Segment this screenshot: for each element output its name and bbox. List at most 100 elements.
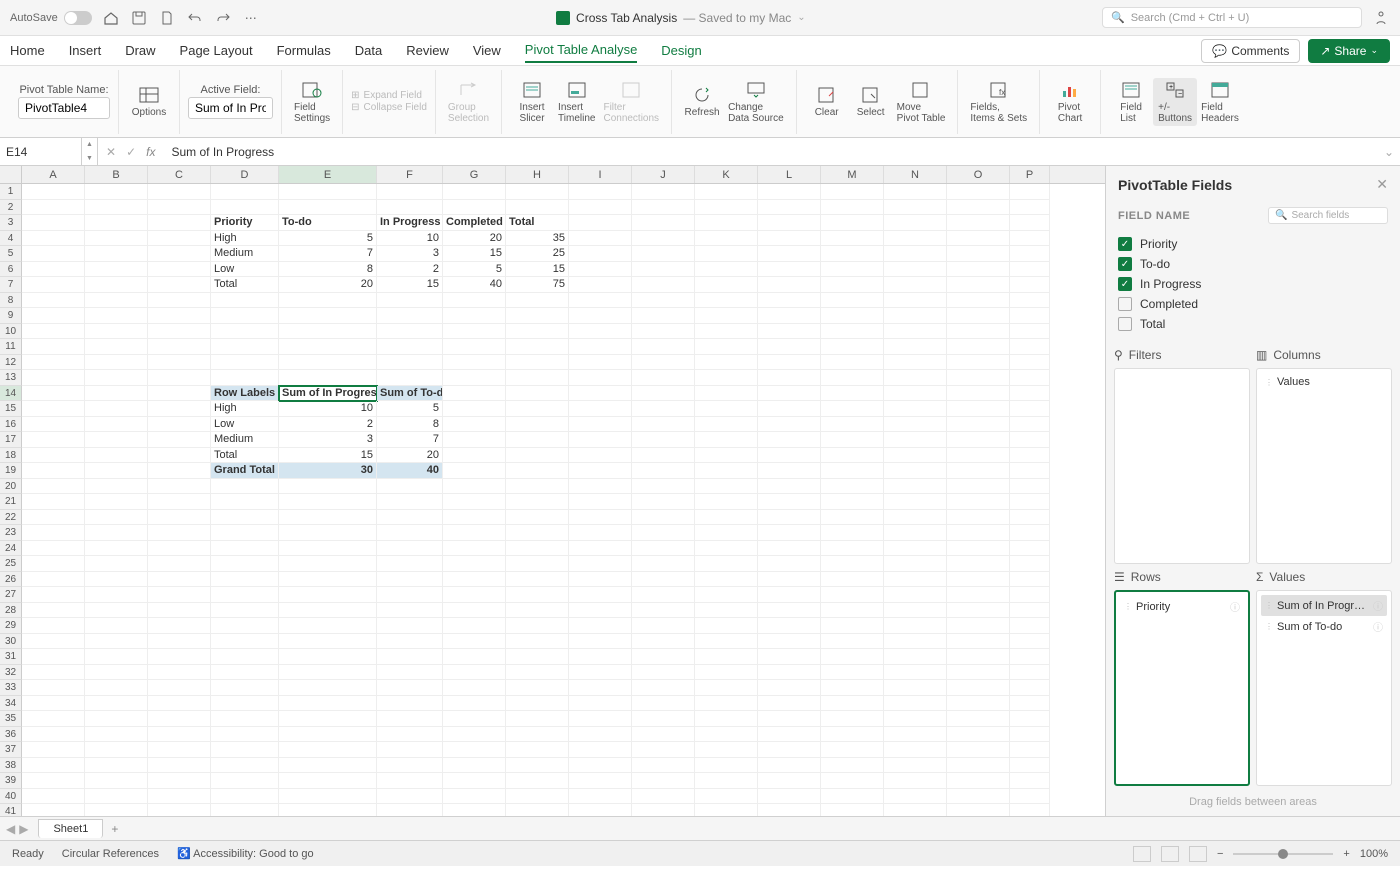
cell[interactable] [695, 618, 758, 634]
select-button[interactable]: Select [849, 83, 893, 120]
cell[interactable] [377, 556, 443, 572]
cell[interactable] [506, 339, 569, 355]
col-header[interactable]: F [377, 166, 443, 183]
cell[interactable] [211, 665, 279, 681]
cell[interactable] [148, 339, 211, 355]
cell[interactable] [148, 587, 211, 603]
cell[interactable]: 25 [506, 246, 569, 262]
cell[interactable]: 8 [279, 262, 377, 278]
cell[interactable]: 75 [506, 277, 569, 293]
cell[interactable] [377, 742, 443, 758]
cell[interactable] [279, 510, 377, 526]
cell[interactable] [506, 293, 569, 309]
cell[interactable] [22, 634, 85, 650]
cell[interactable]: 10 [377, 231, 443, 247]
cell[interactable] [884, 541, 947, 557]
cell[interactable] [279, 758, 377, 774]
cell[interactable] [211, 293, 279, 309]
cell[interactable] [632, 463, 695, 479]
cell[interactable] [22, 541, 85, 557]
cell[interactable] [506, 649, 569, 665]
cell[interactable] [632, 572, 695, 588]
cell[interactable] [1010, 804, 1050, 816]
area-item[interactable]: ⋮Sum of In Progr…ⓘ [1261, 595, 1387, 616]
cell[interactable] [632, 293, 695, 309]
cell[interactable] [821, 262, 884, 278]
cell[interactable] [758, 603, 821, 619]
cell[interactable] [211, 727, 279, 743]
cell[interactable] [884, 556, 947, 572]
cell[interactable] [758, 231, 821, 247]
row-header[interactable]: 15 [0, 401, 22, 417]
cell[interactable] [695, 603, 758, 619]
col-header[interactable]: E [279, 166, 377, 183]
cell[interactable] [279, 556, 377, 572]
view-normal-icon[interactable] [1133, 846, 1151, 862]
row-header[interactable]: 13 [0, 370, 22, 386]
cell[interactable] [211, 758, 279, 774]
cell[interactable] [22, 556, 85, 572]
cell[interactable] [695, 355, 758, 371]
cell[interactable] [758, 649, 821, 665]
cell[interactable] [148, 355, 211, 371]
pivot-chart-button[interactable]: Pivot Chart [1048, 78, 1092, 126]
cell[interactable] [279, 773, 377, 789]
cell[interactable] [821, 510, 884, 526]
cell[interactable] [279, 603, 377, 619]
cell[interactable] [821, 231, 884, 247]
cell[interactable] [279, 479, 377, 495]
cell[interactable] [758, 479, 821, 495]
row-header[interactable]: 16 [0, 417, 22, 433]
cell[interactable] [695, 370, 758, 386]
cell[interactable] [85, 324, 148, 340]
clear-button[interactable]: Clear [805, 83, 849, 120]
cell[interactable] [1010, 231, 1050, 247]
cell[interactable] [821, 727, 884, 743]
cell[interactable] [632, 262, 695, 278]
cell[interactable] [884, 479, 947, 495]
cell[interactable] [758, 541, 821, 557]
cell[interactable] [884, 293, 947, 309]
info-icon[interactable]: ⓘ [1373, 619, 1383, 634]
cell[interactable] [695, 649, 758, 665]
cell[interactable] [211, 479, 279, 495]
cell[interactable] [1010, 789, 1050, 805]
cell[interactable] [632, 696, 695, 712]
cell[interactable] [148, 262, 211, 278]
cell[interactable] [1010, 711, 1050, 727]
cell[interactable] [211, 696, 279, 712]
cell[interactable] [569, 742, 632, 758]
formula-input[interactable]: Sum of In Progress [163, 145, 1377, 159]
columns-area[interactable]: ⋮Values [1256, 368, 1392, 564]
cell[interactable] [632, 742, 695, 758]
cell[interactable] [148, 200, 211, 216]
cell[interactable] [884, 587, 947, 603]
cell[interactable] [1010, 463, 1050, 479]
cell[interactable] [758, 789, 821, 805]
cell[interactable] [695, 463, 758, 479]
cell[interactable] [821, 308, 884, 324]
cell[interactable] [211, 339, 279, 355]
cell[interactable] [569, 262, 632, 278]
cell[interactable] [85, 215, 148, 231]
cell[interactable] [443, 773, 506, 789]
checkbox[interactable] [1118, 317, 1132, 331]
cell[interactable] [695, 277, 758, 293]
tab-design[interactable]: Design [661, 39, 701, 62]
cell[interactable] [758, 200, 821, 216]
cell[interactable] [1010, 603, 1050, 619]
row-header[interactable]: 41 [0, 804, 22, 816]
cell[interactable] [377, 525, 443, 541]
cell[interactable] [1010, 262, 1050, 278]
cell[interactable] [569, 448, 632, 464]
cell[interactable] [85, 711, 148, 727]
row-header[interactable]: 26 [0, 572, 22, 588]
cell[interactable] [1010, 417, 1050, 433]
cell[interactable] [569, 463, 632, 479]
cell[interactable] [506, 386, 569, 402]
view-page-layout-icon[interactable] [1161, 846, 1179, 862]
cell[interactable] [884, 386, 947, 402]
cell[interactable] [821, 680, 884, 696]
cell[interactable] [279, 339, 377, 355]
checkbox[interactable]: ✓ [1118, 237, 1132, 251]
